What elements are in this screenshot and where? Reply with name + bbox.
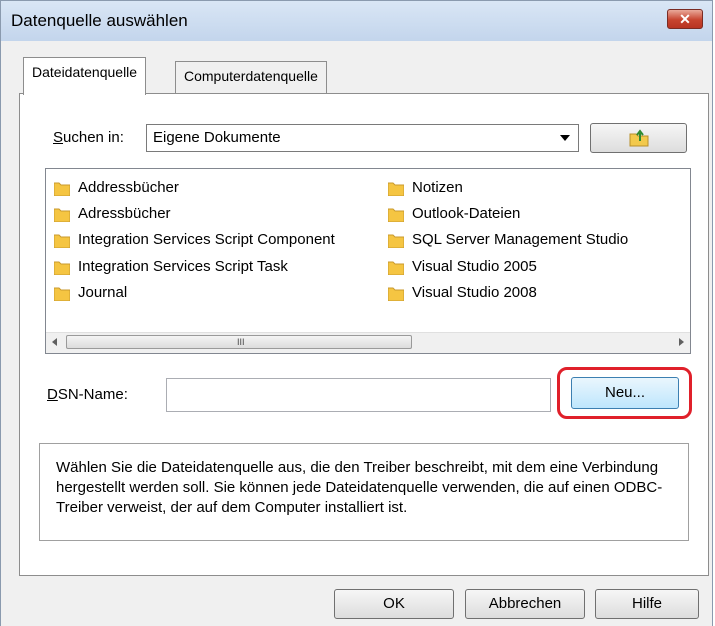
chevron-down-icon bbox=[560, 135, 570, 141]
file-list[interactable]: Addressbücher Adressbücher Integration S… bbox=[45, 168, 691, 354]
dsn-name-input[interactable] bbox=[166, 378, 551, 412]
tab-label: Computerdatenquelle bbox=[184, 68, 318, 84]
up-folder-button[interactable] bbox=[590, 123, 687, 153]
tab-computerdatenquelle[interactable]: Computerdatenquelle bbox=[175, 61, 327, 93]
folder-icon bbox=[388, 182, 404, 196]
dialog-window: Datenquelle auswählen ✕ Dateidatenquelle… bbox=[0, 0, 713, 626]
search-in-value: Eigene Dokumente bbox=[153, 129, 281, 146]
description-text: Wählen Sie die Dateidatenquelle aus, die… bbox=[56, 459, 663, 516]
dsn-name-label: DSN-Name: bbox=[47, 386, 128, 403]
grip-icon: III bbox=[237, 337, 245, 347]
search-in-label: Suchen in: bbox=[53, 129, 124, 146]
folder-icon bbox=[54, 234, 70, 248]
folder-icon bbox=[388, 234, 404, 248]
folder-icon bbox=[388, 287, 404, 301]
folder-icon bbox=[54, 287, 70, 301]
new-button[interactable]: Neu... bbox=[571, 377, 679, 409]
description-box: Wählen Sie die Dateidatenquelle aus, die… bbox=[39, 443, 689, 541]
horizontal-scrollbar[interactable]: III bbox=[46, 332, 690, 353]
folder-icon bbox=[388, 208, 404, 222]
folder-icon bbox=[388, 261, 404, 275]
scrollbar-thumb[interactable]: III bbox=[66, 335, 412, 349]
folder-icon bbox=[54, 208, 70, 222]
close-button[interactable]: ✕ bbox=[667, 9, 703, 29]
scroll-left-icon[interactable] bbox=[52, 338, 57, 346]
close-icon: ✕ bbox=[679, 11, 691, 27]
cancel-button[interactable]: Abbrechen bbox=[465, 589, 585, 619]
window-title: Datenquelle auswählen bbox=[11, 11, 188, 30]
up-folder-icon bbox=[629, 129, 648, 147]
help-button[interactable]: Hilfe bbox=[595, 589, 699, 619]
ok-button[interactable]: OK bbox=[334, 589, 454, 619]
folder-icon bbox=[54, 182, 70, 196]
tab-label: Dateidatenquelle bbox=[32, 64, 138, 80]
title-bar: Datenquelle auswählen ✕ bbox=[1, 1, 712, 41]
search-in-dropdown[interactable]: Eigene Dokumente bbox=[146, 124, 579, 152]
scroll-right-icon[interactable] bbox=[679, 338, 684, 346]
tab-dateidatenquelle[interactable]: Dateidatenquelle bbox=[23, 57, 147, 95]
folder-icon bbox=[54, 261, 70, 275]
